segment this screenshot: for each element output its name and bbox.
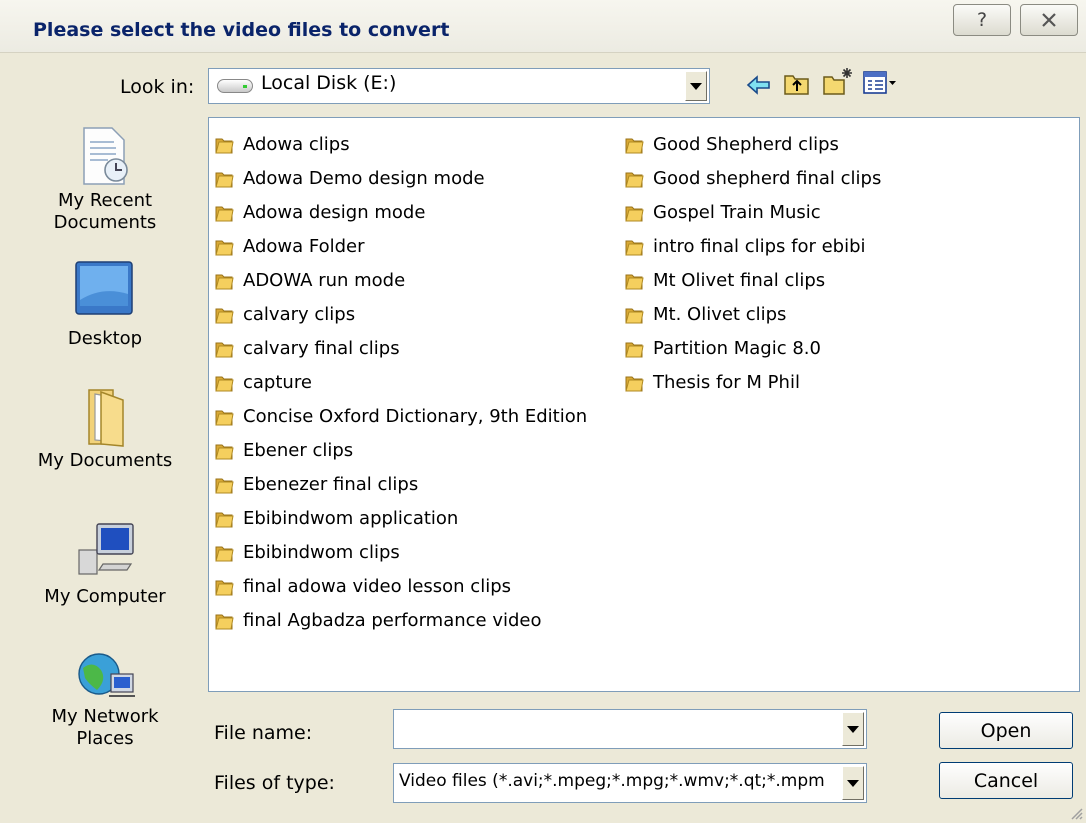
folder-icon [625,342,644,358]
folder-name: final Agbadza performance video [243,610,542,631]
folder-icon [215,580,234,596]
place-my-recent-documents[interactable]: My Recent Documents [0,126,210,236]
view-menu-icon[interactable] [862,70,898,96]
look-in-value: Local Disk (E:) [261,72,397,94]
folder-name: Adowa design mode [243,202,426,223]
folder-icon [215,172,234,188]
folder-name: Good Shepherd clips [653,134,839,155]
folder-icon [215,410,234,426]
chevron-down-icon [847,725,859,733]
place-label-line2: Places [76,728,134,749]
local-disk-icon [217,79,253,93]
folder-icon [625,172,644,188]
folder-name: capture [243,372,312,393]
place-desktop[interactable]: Desktop [0,260,210,352]
folder-name: intro final clips for ebibi [653,236,866,257]
desktop-icon [75,261,133,315]
up-folder-icon[interactable] [783,70,811,96]
look-in-label: Look in: [120,76,195,98]
chevron-down-icon [847,779,859,787]
folder-icon [215,308,234,324]
file-open-dialog: Please select the video files to convert… [0,0,1086,823]
folder-icon [625,206,644,222]
folder-icon [625,240,644,256]
network-places-icon [78,653,135,697]
folder-name: Ebener clips [243,440,354,461]
folder-icon [215,376,234,392]
look-in-dropdown-button[interactable] [685,71,707,101]
folder-name: Thesis for M Phil [653,372,800,393]
resize-grip-icon[interactable] [1068,805,1084,821]
folder-icon [215,512,234,528]
folder-icon [215,614,234,630]
file-name-label: File name: [214,722,313,744]
title-bar[interactable]: Please select the video files to convert… [0,0,1086,53]
folder-name: Mt Olivet final clips [653,270,826,291]
close-button[interactable] [1020,4,1078,36]
place-my-computer[interactable]: My Computer [0,520,210,610]
my-documents-icon [88,389,124,447]
folder-name: Adowa Folder [243,236,365,257]
file-type-label: Files of type: [214,772,335,794]
place-my-documents[interactable]: My Documents [0,386,210,474]
folder-icon [215,274,234,290]
folder-name: Concise Oxford Dictionary, 9th Edition [243,406,588,427]
folder-icon [215,342,234,358]
dialog-title: Please select the video files to convert [33,19,450,41]
folder-name: Partition Magic 8.0 [653,338,821,359]
folder-name: calvary final clips [243,338,400,359]
file-type-value: Video files (*.avi;*.mpeg;*.mpg;*.wmv;*.… [399,771,825,791]
place-my-network-places[interactable]: My Network Places [0,650,210,752]
folder-icon [215,138,234,154]
folder-name: Adowa clips [243,134,350,155]
folder-name: Mt. Olivet clips [653,304,787,325]
file-list[interactable]: Adowa clips Adowa Demo design mode Adowa d… [208,117,1080,692]
folder-icon [215,240,234,256]
place-label: My Documents [37,450,173,471]
new-folder-icon[interactable] [822,66,854,96]
place-label: My Computer [44,586,166,607]
cancel-button[interactable]: Cancel [939,762,1073,799]
folder-name: Good shepherd final clips [653,168,882,189]
recent-documents-icon [83,127,128,185]
open-button[interactable]: Open [939,712,1073,749]
folder-name: Ebenezer final clips [243,474,419,495]
folder-icon [215,206,234,222]
help-button[interactable]: ? [953,4,1011,36]
file-name-input[interactable] [393,709,867,749]
folder-icon [625,308,644,324]
folder-name: final adowa video lesson clips [243,576,512,597]
file-name-dropdown-button[interactable] [842,712,864,746]
place-label-line2: Documents [53,212,157,233]
folder-name: Gospel Train Music [653,202,821,223]
folder-name: Ebibindwom application [243,508,459,529]
folder-icon [625,376,644,392]
place-label: Desktop [67,328,143,349]
folder-name: calvary clips [243,304,356,325]
my-computer-icon [78,523,134,575]
folder-icon [215,546,234,562]
folder-name: Adowa Demo design mode [243,168,485,189]
chevron-down-icon [690,82,702,90]
folder-icon [625,274,644,290]
folder-name: ADOWA run mode [243,270,406,291]
folder-icon [625,138,644,154]
folder-icon [215,478,234,494]
back-icon[interactable] [746,74,772,96]
file-type-dropdown[interactable]: Video files (*.avi;*.mpeg;*.mpg;*.wmv;*.… [393,763,867,803]
close-icon [1042,13,1056,27]
folder-name: Ebibindwom clips [243,542,400,563]
file-type-dropdown-button[interactable] [842,766,864,800]
look-in-dropdown[interactable]: Local Disk (E:) [208,68,710,104]
folder-icon [215,444,234,460]
